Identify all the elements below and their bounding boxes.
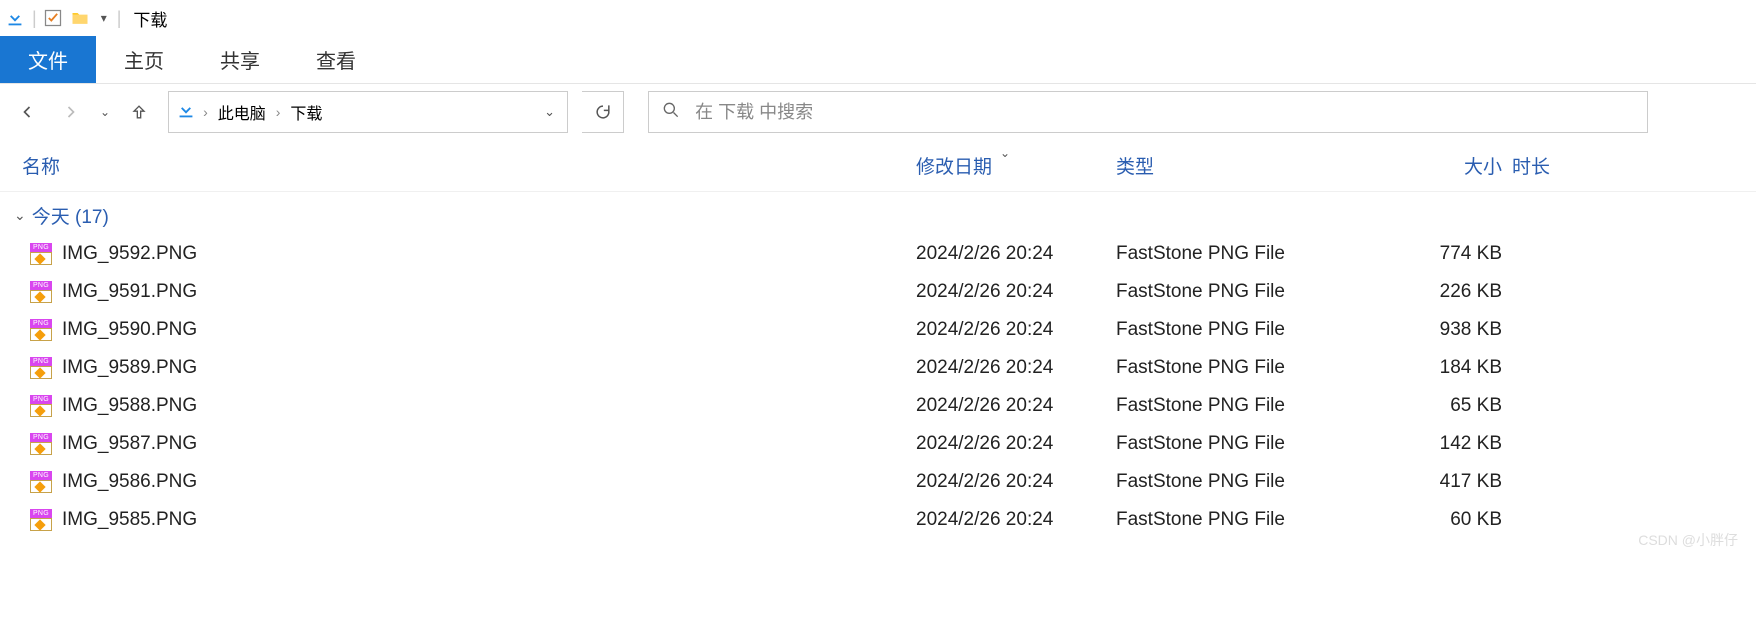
file-row[interactable]: IMG_9587.PNG 2024/2/26 20:24FastStone PNG… — [16, 425, 1740, 463]
png-file-icon — [30, 433, 52, 455]
tab-file[interactable]: 文件 — [0, 36, 96, 83]
file-row[interactable]: IMG_9586.PNG 2024/2/26 20:24FastStone PNG… — [16, 463, 1740, 501]
file-name: IMG_9591.PNG — [62, 281, 197, 303]
nav-row: ⌄ › 此电脑 › 下载 ⌄ — [0, 84, 1756, 140]
qat-dropdown-icon[interactable]: ▾ — [97, 11, 111, 25]
tab-label: 文件 — [28, 45, 68, 74]
file-type: FastStone PNG File — [1116, 357, 1362, 379]
search-input[interactable] — [695, 102, 1635, 123]
column-header-name[interactable]: 名称 — [16, 152, 916, 179]
file-date: 2024/2/26 20:24 — [916, 357, 1116, 379]
file-size: 417 KB — [1362, 471, 1512, 493]
file-size: 774 KB — [1362, 243, 1512, 265]
breadcrumb-item[interactable]: 下载 — [286, 100, 326, 124]
checkbox-icon[interactable] — [43, 8, 63, 28]
group-header[interactable]: ⌄ 今天 (17) — [0, 192, 1756, 235]
separator-icon: | — [117, 8, 122, 29]
title-bar: | ▾ | 下载 — [0, 0, 1756, 36]
file-type: FastStone PNG File — [1116, 471, 1362, 493]
file-row[interactable]: IMG_9592.PNG 2024/2/26 20:24FastStone PNG… — [16, 235, 1740, 273]
file-type: FastStone PNG File — [1116, 243, 1362, 265]
column-header-type[interactable]: 类型 — [1116, 152, 1362, 179]
file-date: 2024/2/26 20:24 — [916, 433, 1116, 455]
file-name: IMG_9589.PNG — [62, 357, 197, 379]
address-dropdown-icon[interactable]: ⌄ — [538, 104, 561, 120]
window-title: 下载 — [133, 6, 167, 31]
breadcrumb-item[interactable]: 此电脑 — [214, 100, 270, 124]
file-date: 2024/2/26 20:24 — [916, 319, 1116, 341]
downloads-location-icon — [175, 99, 197, 126]
up-button[interactable] — [124, 97, 154, 127]
folder-icon — [69, 8, 91, 28]
search-icon — [661, 100, 681, 125]
file-name: IMG_9587.PNG — [62, 433, 197, 455]
refresh-button[interactable] — [582, 91, 624, 133]
file-date: 2024/2/26 20:24 — [916, 471, 1116, 493]
column-header-duration[interactable]: 时长 — [1512, 152, 1740, 179]
png-file-icon — [30, 509, 52, 531]
group-label: 今天 (17) — [32, 202, 109, 229]
png-file-icon — [30, 395, 52, 417]
file-date: 2024/2/26 20:24 — [916, 281, 1116, 303]
file-type: FastStone PNG File — [1116, 433, 1362, 455]
column-header-size[interactable]: 大小 — [1362, 152, 1512, 179]
columns-header: 名称 ⌄ 修改日期 类型 大小 时长 — [0, 140, 1756, 192]
watermark: CSDN @小胖仔 — [1638, 530, 1738, 550]
tab-home[interactable]: 主页 — [96, 36, 192, 83]
ribbon-tabs: 文件 主页 共享 查看 — [0, 36, 1756, 84]
png-file-icon — [30, 319, 52, 341]
file-name: IMG_9592.PNG — [62, 243, 197, 265]
file-size: 60 KB — [1362, 509, 1512, 531]
chevron-down-icon: ⌄ — [14, 207, 26, 224]
file-row[interactable]: IMG_9590.PNG 2024/2/26 20:24FastStone PNG… — [16, 311, 1740, 349]
file-row[interactable]: IMG_9589.PNG 2024/2/26 20:24FastStone PNG… — [16, 349, 1740, 387]
png-file-icon — [30, 281, 52, 303]
file-row[interactable]: IMG_9591.PNG 2024/2/26 20:24FastStone PNG… — [16, 273, 1740, 311]
tab-view[interactable]: 查看 — [288, 36, 384, 83]
file-type: FastStone PNG File — [1116, 281, 1362, 303]
file-type: FastStone PNG File — [1116, 319, 1362, 341]
chevron-right-icon[interactable]: › — [276, 104, 281, 120]
file-size: 142 KB — [1362, 433, 1512, 455]
file-name: IMG_9585.PNG — [62, 509, 197, 531]
png-file-icon — [30, 357, 52, 379]
file-row[interactable]: IMG_9585.PNG 2024/2/26 20:24FastStone PNG… — [16, 501, 1740, 539]
file-name: IMG_9588.PNG — [62, 395, 197, 417]
tab-label: 查看 — [316, 45, 356, 74]
file-date: 2024/2/26 20:24 — [916, 243, 1116, 265]
file-type: FastStone PNG File — [1116, 509, 1362, 531]
png-file-icon — [30, 243, 52, 265]
address-bar[interactable]: › 此电脑 › 下载 ⌄ — [168, 91, 568, 133]
history-dropdown-icon[interactable]: ⌄ — [100, 105, 110, 119]
file-date: 2024/2/26 20:24 — [916, 509, 1116, 531]
column-header-date[interactable]: ⌄ 修改日期 — [916, 152, 1116, 179]
file-size: 226 KB — [1362, 281, 1512, 303]
forward-button[interactable] — [56, 97, 86, 127]
png-file-icon — [30, 471, 52, 493]
sort-desc-icon: ⌄ — [1000, 146, 1010, 160]
file-name: IMG_9586.PNG — [62, 471, 197, 493]
file-type: FastStone PNG File — [1116, 395, 1362, 417]
back-button[interactable] — [12, 97, 42, 127]
tab-share[interactable]: 共享 — [192, 36, 288, 83]
tab-label: 共享 — [220, 45, 260, 74]
separator-icon: | — [32, 8, 37, 29]
tab-label: 主页 — [124, 45, 164, 74]
chevron-right-icon[interactable]: › — [203, 104, 208, 120]
file-list: IMG_9592.PNG2024/2/26 20:24FastStone PNG… — [0, 235, 1756, 539]
file-date: 2024/2/26 20:24 — [916, 395, 1116, 417]
file-size: 184 KB — [1362, 357, 1512, 379]
file-name: IMG_9590.PNG — [62, 319, 197, 341]
downloads-arrow-icon — [4, 7, 26, 29]
file-size: 938 KB — [1362, 319, 1512, 341]
file-size: 65 KB — [1362, 395, 1512, 417]
search-box[interactable] — [648, 91, 1648, 133]
file-row[interactable]: IMG_9588.PNG 2024/2/26 20:24FastStone PNG… — [16, 387, 1740, 425]
